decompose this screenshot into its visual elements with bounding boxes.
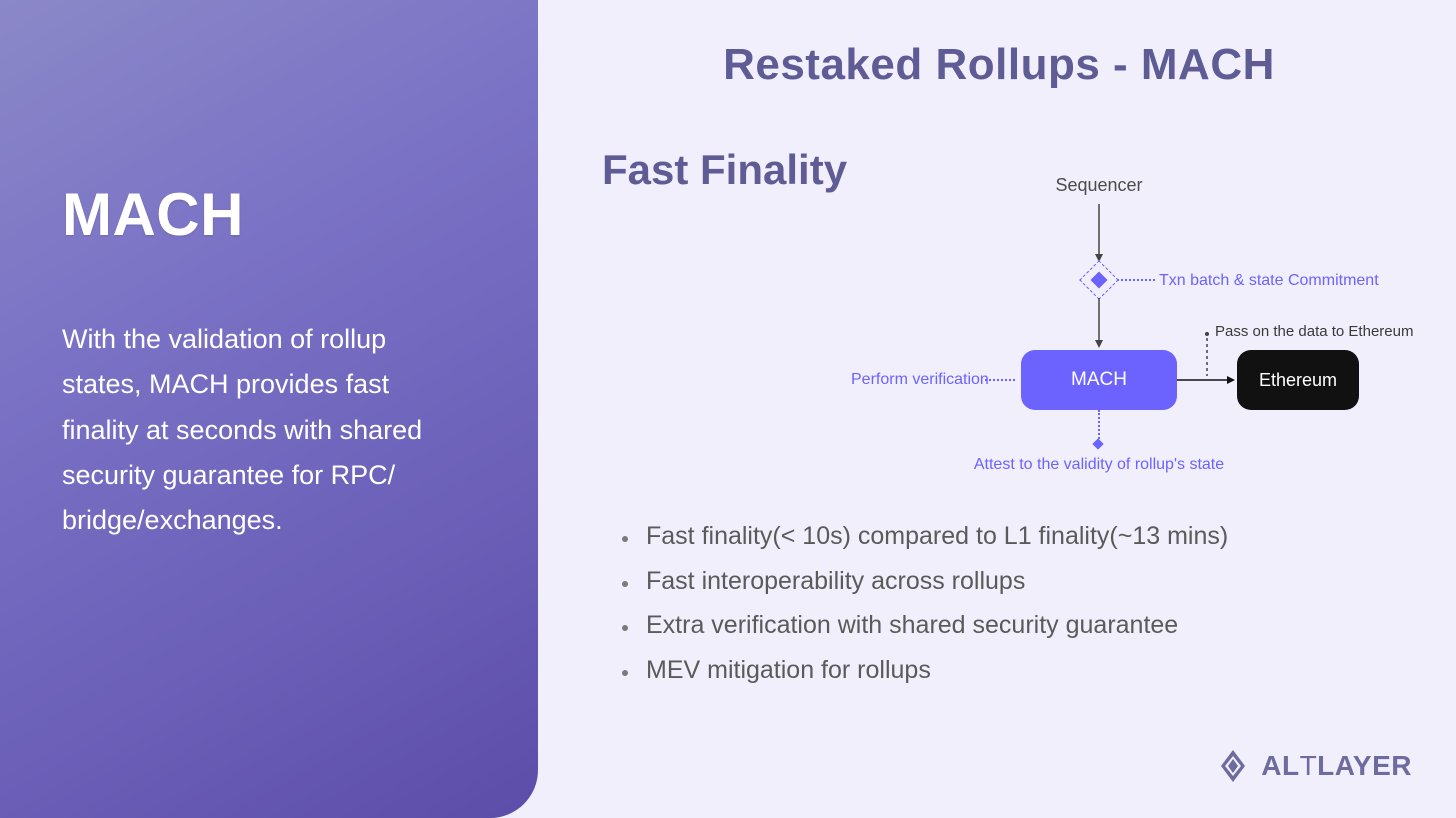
left-description: With the validation of rollup states, MA… (62, 317, 462, 544)
diagram: Sequencer Txn batch & state Commitment M… (845, 160, 1445, 490)
brand-name: ALTLAYER (1261, 750, 1412, 782)
bullet-item: Extra verification with shared security … (640, 603, 1384, 648)
left-panel: MACH With the validation of rollup state… (0, 0, 538, 818)
bullet-list: Fast finality(< 10s) compared to L1 fina… (604, 514, 1384, 692)
attest-diamond-icon (1092, 438, 1103, 449)
sequencer-label: Sequencer (1055, 175, 1142, 196)
ethereum-box: Ethereum (1237, 350, 1359, 410)
perform-dotted-connector (985, 379, 1015, 381)
attest-dotted-connector (1098, 410, 1100, 442)
arrow-seq-to-batch (1093, 204, 1105, 264)
txn-batch-label: Txn batch & state Commitment (1159, 272, 1379, 290)
main-title: Restaked Rollups - MACH (602, 40, 1396, 90)
mach-box: MACH (1021, 350, 1177, 410)
pass-data-label: Pass on the data to Ethereum (1215, 323, 1413, 340)
perform-verification-label: Perform verification (851, 371, 989, 389)
bullet-item: MEV mitigation for rollups (640, 648, 1384, 693)
bullet-item: Fast finality(< 10s) compared to L1 fina… (640, 514, 1384, 559)
attest-label: Attest to the validity of rollup's state (974, 456, 1224, 474)
brand-logo: ALTLAYER (1215, 748, 1412, 784)
pass-dotted-line (1203, 332, 1211, 376)
txn-dotted-connector (1117, 279, 1155, 281)
arrow-batch-to-mach (1093, 298, 1105, 350)
bullet-item: Fast interoperability across rollups (640, 559, 1384, 604)
altlayer-logo-icon (1215, 748, 1251, 784)
batch-diamond-icon (1079, 260, 1119, 300)
left-title: MACH (62, 180, 478, 249)
